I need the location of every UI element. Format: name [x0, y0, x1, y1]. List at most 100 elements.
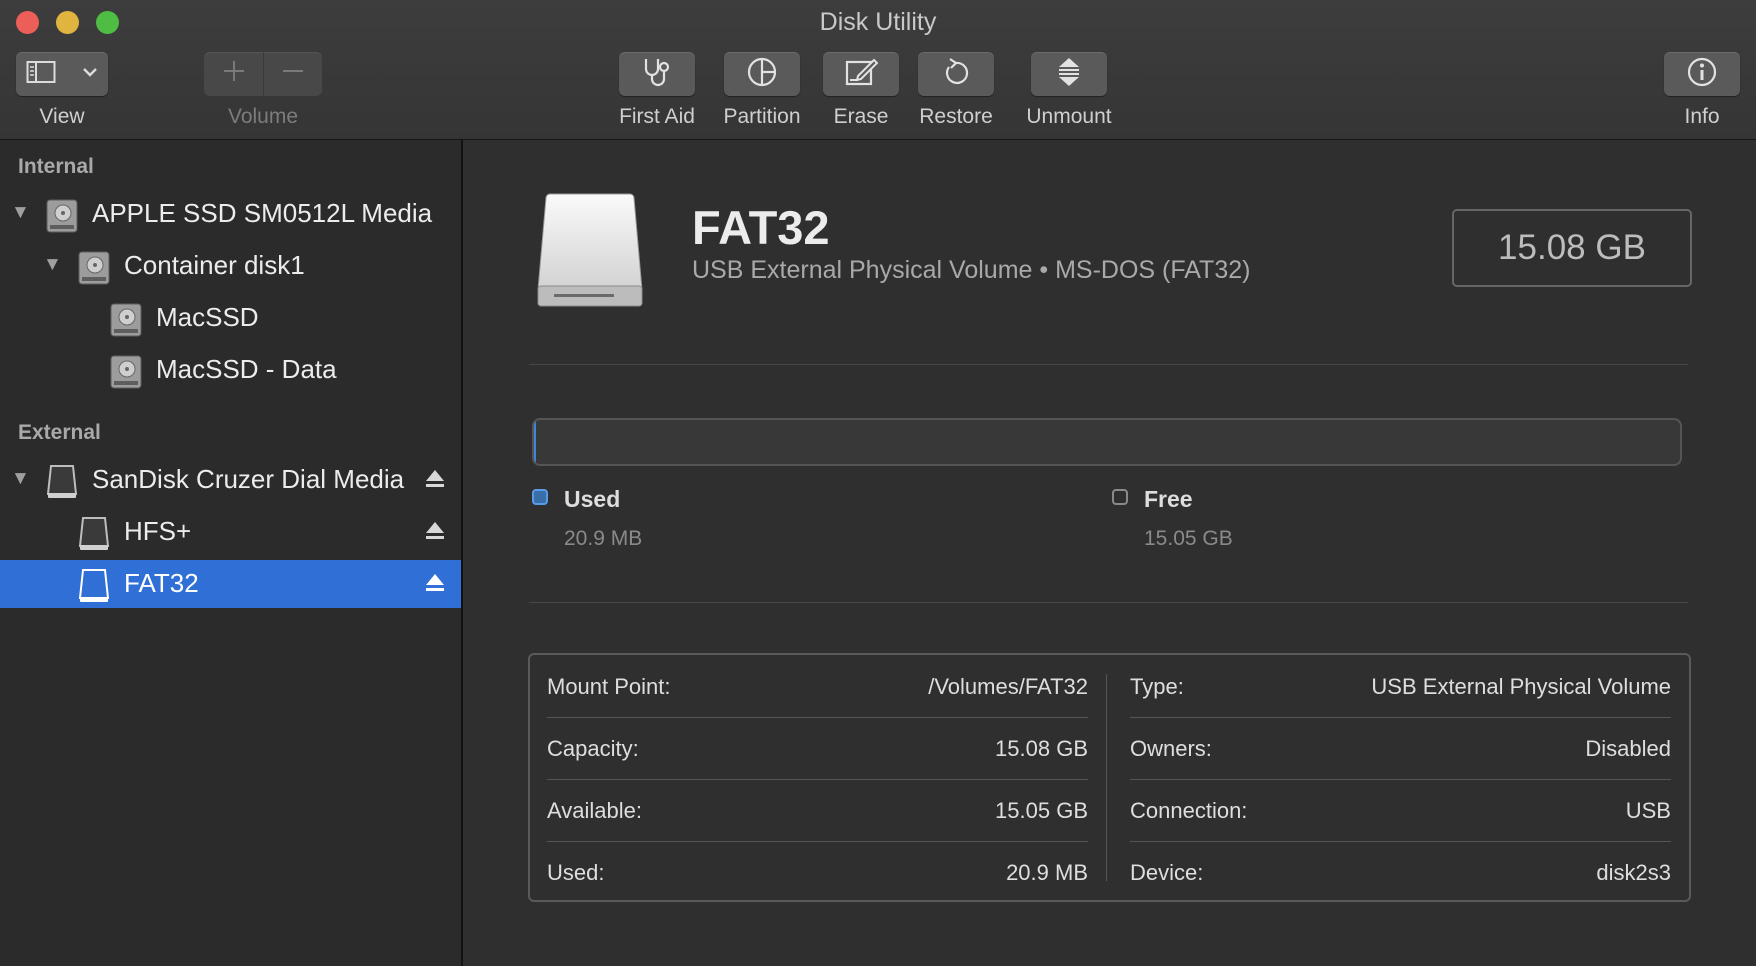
- sidebar-item-label: MacSSD - Data: [156, 354, 337, 384]
- capacity-value: 15.08 GB: [1498, 228, 1646, 267]
- partition-tool: Partition: [723, 52, 801, 128]
- used-legend-label: Used: [564, 486, 621, 512]
- capacity-badge: 15.08 GB: [1452, 209, 1692, 287]
- remove-volume-button[interactable]: [264, 52, 322, 96]
- add-volume-button[interactable]: [204, 52, 264, 96]
- unmount-tool: Unmount: [1026, 52, 1112, 128]
- unmount-icon: [1055, 56, 1083, 93]
- sidebar-item-container-disk1[interactable]: ▼ Container disk1: [0, 242, 461, 290]
- internal-drive-icon: [109, 354, 143, 395]
- sidebar: Internal ▼ APPLE SSD SM0512L Media ▼ Con…: [0, 140, 463, 966]
- restore-button[interactable]: [918, 52, 994, 96]
- sidebar-item-label: APPLE SSD SM0512L Media: [92, 198, 433, 228]
- disclosure-triangle-icon[interactable]: ▼: [11, 468, 30, 490]
- volume-description: USB External Physical Volume • MS-DOS (F…: [692, 256, 1251, 284]
- divider: [529, 364, 1688, 365]
- info-key: Mount Point:: [547, 674, 671, 699]
- info-value: USB External Physical Volume: [1371, 674, 1671, 699]
- plus-icon: [221, 58, 247, 90]
- sidebar-item-hfs[interactable]: HFS+: [0, 508, 461, 556]
- minus-icon: [280, 58, 306, 90]
- used-legend-swatch: [532, 489, 548, 505]
- volume-tool: Volume: [204, 52, 322, 128]
- chevron-down-icon: [82, 65, 98, 83]
- info-value: disk2s3: [1596, 860, 1671, 885]
- internal-drive-icon: [45, 198, 79, 239]
- first-aid-button[interactable]: [619, 52, 695, 96]
- sidebar-item-label: MacSSD: [156, 302, 259, 332]
- info-key: Available:: [547, 798, 642, 823]
- sidebar-item-apple-ssd[interactable]: ▼ APPLE SSD SM0512L Media: [0, 190, 461, 238]
- info-key: Connection:: [1130, 798, 1248, 823]
- view-label: View: [39, 105, 85, 128]
- info-key: Owners:: [1130, 736, 1212, 761]
- info-label: Info: [1684, 105, 1720, 128]
- info-key: Type:: [1130, 674, 1184, 699]
- info-row-connection: Connection: USB: [1130, 779, 1671, 842]
- info-row-used: Used: 20.9 MB: [547, 841, 1088, 903]
- internal-drive-icon: [109, 302, 143, 343]
- info-key: Capacity:: [547, 736, 639, 761]
- first-aid-tool: First Aid: [619, 52, 695, 128]
- external-drive-large-icon: [536, 190, 646, 315]
- sidebar-item-macssd[interactable]: MacSSD: [0, 294, 461, 342]
- sidebar-item-label: HFS+: [124, 516, 192, 546]
- free-legend-label: Free: [1144, 486, 1193, 512]
- info-column-divider: [1106, 674, 1107, 881]
- external-drive-icon: [45, 464, 79, 505]
- sidebar-item-label: SanDisk Cruzer Dial Media: [92, 464, 405, 494]
- restore-label: Restore: [919, 105, 993, 128]
- usage-bar-used-fill: [534, 420, 536, 464]
- toolbar: Disk Utility View Volume First Aid Parti…: [0, 0, 1756, 140]
- pie-chart-icon: [746, 56, 778, 93]
- sidebar-section-internal: Internal: [18, 155, 94, 178]
- erase-tool: Erase: [823, 52, 899, 128]
- main-panel: FAT32 USB External Physical Volume • MS-…: [463, 140, 1756, 966]
- window-title: Disk Utility: [819, 8, 937, 36]
- stethoscope-icon: [640, 56, 674, 93]
- erase-label: Erase: [833, 105, 889, 128]
- info-column-left: Mount Point: /Volumes/FAT32 Capacity: 15…: [547, 655, 1088, 900]
- info-row-device: Device: disk2s3: [1130, 841, 1671, 903]
- info-button[interactable]: [1664, 52, 1740, 96]
- disk-utility-window: Disk Utility View Volume First Aid Parti…: [0, 0, 1756, 966]
- sidebar-section-external: External: [18, 421, 101, 444]
- restore-tool: Restore: [918, 52, 994, 128]
- sidebar-item-label: Container disk1: [124, 250, 305, 280]
- restore-icon: [940, 56, 972, 93]
- info-row-type: Type: USB External Physical Volume: [1130, 655, 1671, 718]
- info-icon: [1686, 56, 1718, 93]
- unmount-button[interactable]: [1031, 52, 1107, 96]
- info-tool: Info: [1664, 52, 1740, 128]
- sidebar-item-fat32[interactable]: FAT32: [0, 560, 461, 608]
- info-key: Used:: [547, 860, 605, 885]
- sidebar-icon: [26, 60, 56, 89]
- info-column-right: Type: USB External Physical Volume Owner…: [1130, 655, 1671, 900]
- info-value: Disabled: [1585, 736, 1671, 761]
- partition-button[interactable]: [724, 52, 800, 96]
- erase-button[interactable]: [823, 52, 899, 96]
- eject-icon[interactable]: [425, 468, 445, 495]
- partition-label: Partition: [723, 105, 801, 128]
- used-legend-value: 20.9 MB: [564, 527, 643, 550]
- eject-icon[interactable]: [425, 520, 445, 547]
- info-row-mount-point: Mount Point: /Volumes/FAT32: [547, 655, 1088, 718]
- sidebar-item-sandisk[interactable]: ▼ SanDisk Cruzer Dial Media: [0, 456, 461, 504]
- info-table: Mount Point: /Volumes/FAT32 Capacity: 15…: [528, 653, 1691, 902]
- info-key: Device:: [1130, 860, 1204, 885]
- view-button[interactable]: [16, 52, 108, 96]
- disclosure-triangle-icon[interactable]: ▼: [43, 254, 62, 276]
- info-value: 15.08 GB: [995, 736, 1088, 761]
- unmount-label: Unmount: [1026, 105, 1112, 128]
- free-legend-swatch: [1112, 489, 1128, 505]
- view-tool: View: [16, 52, 108, 128]
- volume-name: FAT32: [692, 201, 830, 254]
- sidebar-item-macssd-data[interactable]: MacSSD - Data: [0, 346, 461, 394]
- eject-icon[interactable]: [425, 572, 445, 599]
- info-value: 20.9 MB: [1006, 860, 1088, 885]
- pencil-icon: [844, 56, 879, 93]
- usage-bar: [532, 418, 1682, 466]
- info-row-capacity: Capacity: 15.08 GB: [547, 717, 1088, 780]
- sidebar-item-label: FAT32: [124, 568, 199, 598]
- disclosure-triangle-icon[interactable]: ▼: [11, 202, 30, 224]
